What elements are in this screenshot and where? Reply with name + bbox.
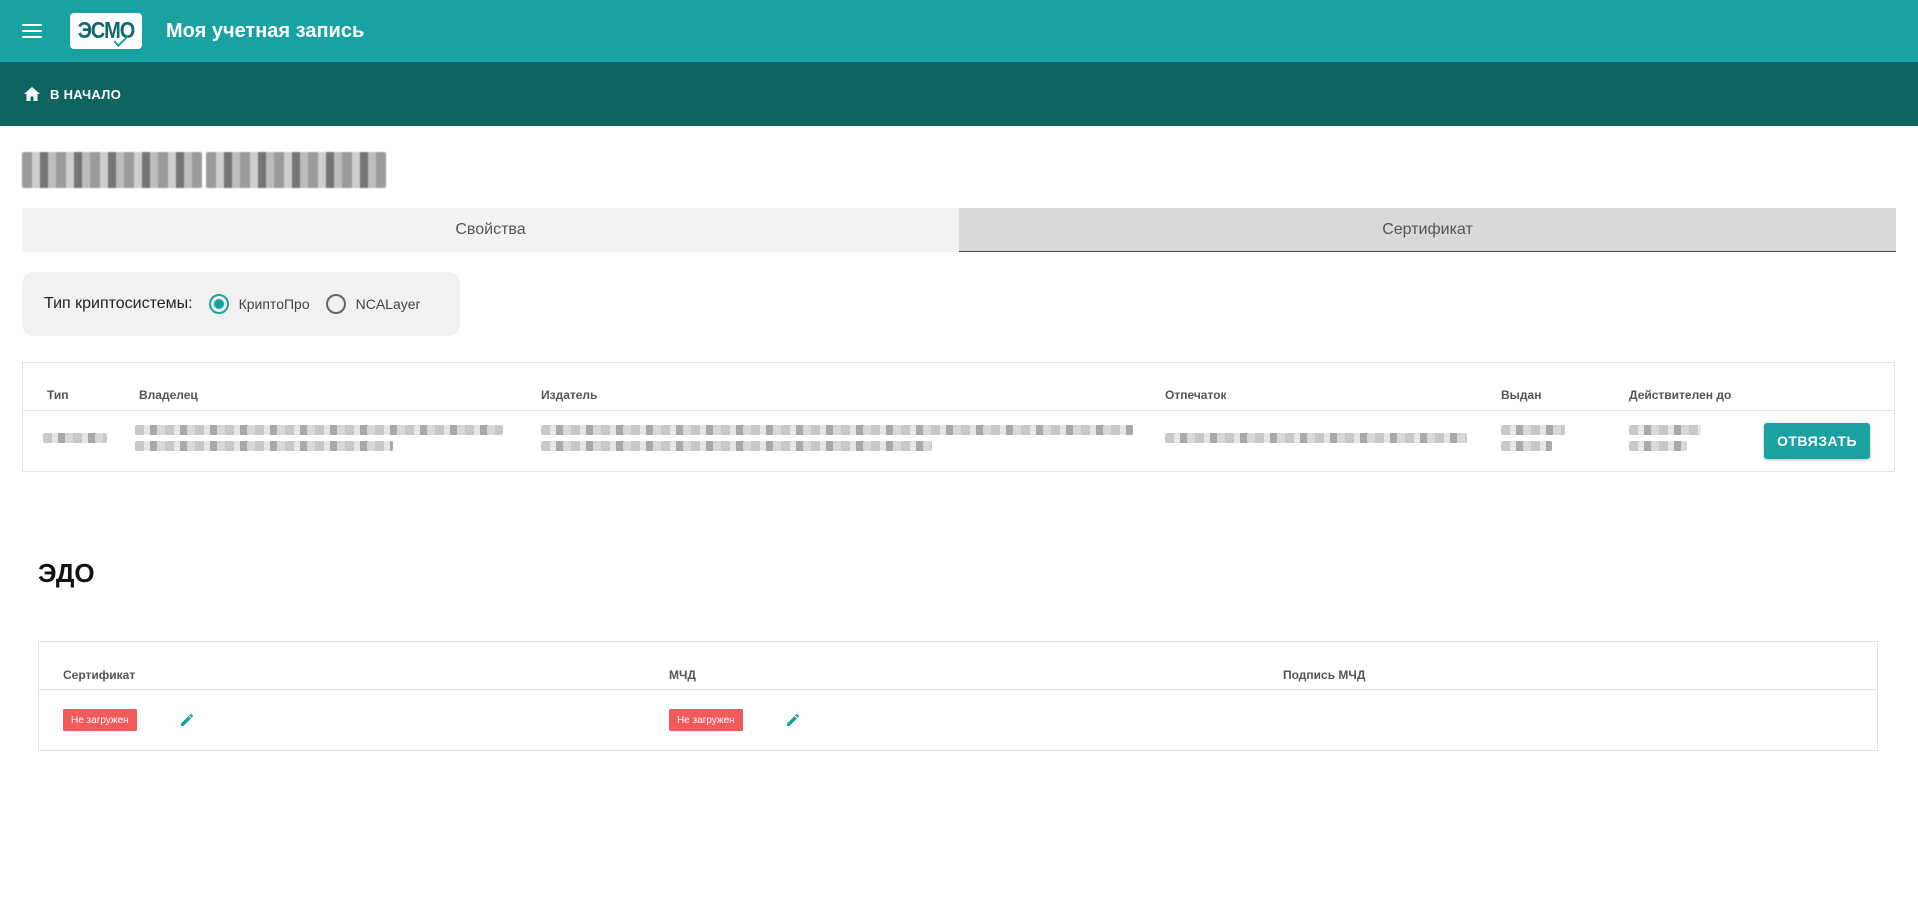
user-name-redacted (22, 152, 392, 188)
column-header: Владелец (139, 388, 198, 402)
breadcrumb-bar: В НАЧАЛО (0, 62, 1918, 126)
tab-label: Свойства (455, 221, 526, 238)
edo-table: Сертификат МЧД Подпись МЧД Не загружен Н… (38, 641, 1878, 751)
app-logo[interactable]: ЭСМО (70, 13, 142, 49)
tab-properties[interactable]: Свойства (22, 208, 959, 252)
radio-unchecked-icon[interactable] (325, 294, 346, 314)
redacted-cell (1165, 433, 1467, 443)
redacted-line (1629, 441, 1687, 451)
redacted-line (541, 441, 932, 451)
radio-ncalayer[interactable]: NCALayer (325, 294, 421, 314)
crypto-type-selector: Тип криптосистемы: КриптоПро NCALayer (22, 272, 460, 336)
table-header: Тип Владелец Издатель Отпечаток Выдан Де… (23, 363, 1894, 411)
radio-cryptopro[interactable]: КриптоПро (208, 294, 310, 314)
edit-icon[interactable] (785, 712, 801, 733)
redacted-line (1501, 441, 1553, 451)
home-link[interactable]: В НАЧАЛО (24, 87, 121, 102)
tabs: Свойства Сертификат (22, 208, 1896, 252)
edo-section-title: ЭДО (38, 558, 95, 588)
radio-label: КриптоПро (238, 296, 310, 312)
table-row: ОТВЯЗАТЬ (23, 411, 1894, 471)
tab-certificate[interactable]: Сертификат (959, 208, 1896, 252)
main-content: Свойства Сертификат Тип криптосистемы: К… (0, 152, 1918, 751)
table-header: Сертификат МЧД Подпись МЧД (39, 642, 1877, 690)
home-icon (24, 87, 40, 101)
unbind-button[interactable]: ОТВЯЗАТЬ (1764, 423, 1870, 459)
redacted-line (1165, 433, 1467, 443)
redacted-block (206, 152, 386, 188)
crypto-type-label: Тип криптосистемы: (44, 295, 193, 312)
redacted-line (541, 425, 1133, 435)
redacted-cell (43, 433, 107, 443)
top-app-bar: ЭСМО Моя учетная запись (0, 0, 1918, 62)
redacted-line (135, 441, 393, 451)
redacted-cell (1629, 425, 1701, 451)
column-header: Издатель (541, 388, 598, 402)
radio-label: NCALayer (355, 296, 421, 312)
redacted-cell (541, 425, 1133, 451)
radio-checked-icon[interactable] (208, 294, 229, 314)
home-link-label: В НАЧАЛО (50, 86, 122, 102)
redacted-line (43, 433, 107, 443)
column-header: Действителен до (1629, 388, 1732, 402)
table-row: Не загружен Не загружен (39, 690, 1877, 750)
edit-icon[interactable] (179, 712, 195, 733)
column-header: Тип (47, 388, 69, 402)
redacted-line (1501, 425, 1565, 435)
status-badge: Не загружен (63, 709, 137, 731)
column-header: Выдан (1501, 388, 1542, 402)
redacted-cell (1501, 425, 1565, 451)
column-header: Подпись МЧД (1283, 668, 1366, 682)
redacted-block (22, 152, 202, 188)
redacted-cell (135, 425, 503, 451)
redacted-line (135, 425, 503, 435)
logo-text: ЭСМО (77, 17, 136, 44)
column-header: МЧД (669, 668, 696, 682)
menu-icon[interactable] (22, 19, 46, 43)
redacted-line (1629, 425, 1701, 435)
page-title: Моя учетная запись (166, 19, 365, 42)
status-badge: Не загружен (669, 709, 743, 731)
column-header: Сертификат (63, 668, 136, 682)
tab-label: Сертификат (1382, 220, 1473, 238)
column-header: Отпечаток (1165, 388, 1227, 402)
certificate-table: Тип Владелец Издатель Отпечаток Выдан Де… (22, 362, 1895, 472)
